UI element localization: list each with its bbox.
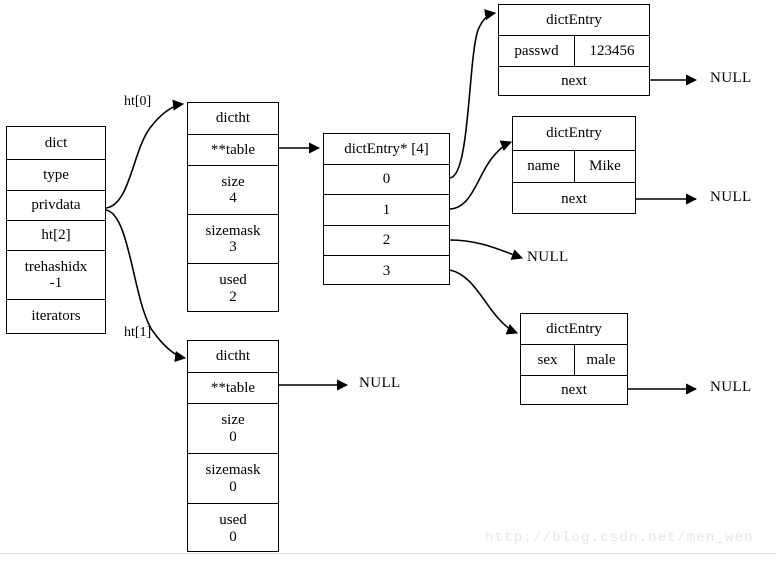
bucket-array-node: dictEntry* [4] 0 1 2 3 [323,133,450,285]
ht0-field-used: used 2 [188,263,278,313]
edge-dict-ht0 [105,99,185,209]
dictentry-name-header: dictEntry [546,125,602,142]
dict-field-iterators: iterators [7,299,105,333]
dictentry-passwd-kv: passwd 123456 [499,35,649,66]
null-entry-passwd-next: NULL [710,70,752,86]
dictentry-name-next: next [513,182,635,215]
dictentry-name-kv: name Mike [513,150,635,182]
dictht-ht0-node: dictht **table size 4 sizemask 3 used 2 [187,102,279,312]
ht1-field-table: **table [188,372,278,403]
null-entry-name-next: NULL [710,189,752,205]
ht1-field-sizemask: sizemask 0 [188,453,278,503]
edge-label-ht0: ht[0] [124,94,152,109]
ht0-header: dictht [215,110,251,127]
dictentry-sex-key: sex [537,351,558,368]
dict-node-header: dict [44,134,68,151]
watermark: http://blog.csdn.net/men_wen [485,530,754,546]
ht0-field-size: size 4 [188,165,278,214]
dict-field-type: type [7,159,105,190]
edge-slot2-null [449,239,524,260]
ht1-field-size: size 0 [188,403,278,453]
null-ht1-table: NULL [359,375,401,391]
dictentry-sex-kv: sex male [521,344,627,375]
dictentry-name-node: dictEntry name Mike next [512,116,636,214]
dictentry-passwd-key: passwd [514,42,559,59]
bucket-slot-0: 0 [324,164,449,194]
dictentry-passwd-node: dictEntry passwd 123456 next [498,4,650,96]
dictentry-sex-value: male [574,345,627,375]
footer-divider [0,553,776,554]
dict-field-trehashidx: trehashidx -1 [7,250,105,299]
dict-node: dict type privdata ht[2] trehashidx -1 i… [6,126,106,334]
dictentry-passwd-next: next [499,66,649,95]
bucket-array-header: dictEntry* [4] [344,140,429,157]
bucket-slot-2: 2 [324,225,449,255]
ht0-field-table: **table [188,134,278,165]
dict-field-ht: ht[2] [7,220,105,250]
edge-slot3-entry-sex [449,269,519,335]
dictht-ht1-node: dictht **table size 0 sizemask 0 used 0 [187,340,279,552]
diagram-canvas: dict type privdata ht[2] trehashidx -1 i… [0,0,776,561]
dictentry-passwd-value: 123456 [574,36,649,66]
dictentry-sex-node: dictEntry sex male next [520,313,628,405]
dictentry-name-key: name [527,158,560,174]
dictentry-passwd-header: dictEntry [546,11,602,28]
ht0-field-sizemask: sizemask 3 [188,214,278,263]
dictentry-sex-header: dictEntry [546,320,602,337]
null-bucket-slot-2: NULL [527,249,569,265]
dictentry-sex-next: next [521,375,627,404]
edge-slot0-entry-passwd [449,9,497,179]
ht1-field-used: used 0 [188,503,278,553]
null-entry-sex-next: NULL [710,379,752,395]
dictentry-name-value: Mike [574,151,635,182]
edge-slot1-entry-name [449,140,513,210]
ht1-header: dictht [215,348,251,365]
edge-label-ht1: ht[1] [124,325,152,340]
bucket-slot-1: 1 [324,194,449,225]
bucket-slot-3: 3 [324,255,449,286]
dict-field-privdata: privdata [7,190,105,220]
